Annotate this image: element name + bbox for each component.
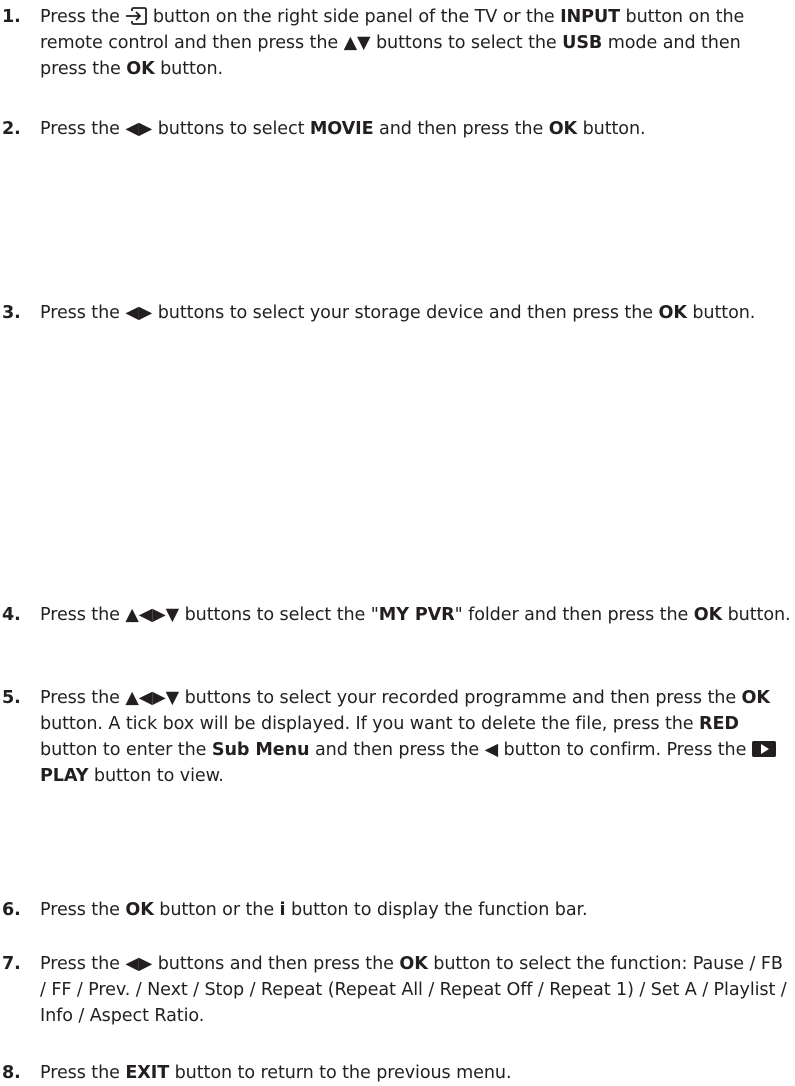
- play-button-label: PLAY: [40, 766, 89, 786]
- step-number: 6.: [2, 900, 21, 920]
- left-right-arrows-icon: ◀▶: [125, 954, 153, 974]
- ok-button-label: OK: [658, 303, 687, 323]
- play-icon: [751, 741, 776, 757]
- step-number: 7.: [2, 954, 21, 974]
- step-number: 1.: [2, 7, 21, 27]
- left-arrow-icon: ◀: [484, 740, 499, 760]
- usb-mode-label: USB: [562, 33, 603, 53]
- four-way-arrows-icon: ▲◀▶▼: [125, 688, 180, 708]
- step-number: 4.: [2, 605, 21, 625]
- ok-button-label: OK: [548, 119, 578, 139]
- step-text: Press the ◀▶ buttons to select MOVIE and…: [40, 116, 792, 142]
- movie-label: MOVIE: [309, 119, 374, 139]
- input-source-icon: [126, 7, 148, 25]
- step-text: Press the ◀▶ buttons and then press the …: [40, 951, 792, 1029]
- up-down-arrows-icon: ▲▼: [343, 33, 371, 53]
- red-button-label: RED: [699, 714, 739, 734]
- step-text: Press the ◀▶ buttons to select your stor…: [40, 300, 792, 326]
- step-text: Press the ▲◀▶▼ buttons to select your re…: [40, 685, 792, 789]
- step-number: 8.: [2, 1063, 21, 1083]
- step-text: Press the OK button or the i button to d…: [40, 900, 588, 920]
- step-text: Press the EXIT button to return to the p…: [40, 1063, 512, 1083]
- ok-button-label: OK: [125, 900, 154, 920]
- ok-button-label: OK: [741, 688, 770, 708]
- four-way-arrows-icon: ▲◀▶▼: [125, 605, 180, 625]
- exit-button-label: EXIT: [125, 1063, 170, 1083]
- left-right-arrows-icon: ◀▶: [125, 119, 153, 139]
- ok-button-label: OK: [693, 605, 723, 625]
- step-number: 5.: [2, 688, 21, 708]
- input-button-label: INPUT: [560, 7, 621, 27]
- step-text: Press the button on the right side panel…: [40, 7, 745, 79]
- my-pvr-folder-label: MY PVR: [378, 605, 455, 625]
- ok-button-label: OK: [126, 59, 155, 79]
- step-text: Press the ▲◀▶▼ buttons to select the "MY…: [40, 602, 792, 628]
- step-number: 2.: [2, 119, 21, 139]
- step-number: 3.: [2, 303, 21, 323]
- ok-button-label: OK: [399, 954, 428, 974]
- sub-menu-label: Sub Menu: [211, 740, 310, 760]
- left-right-arrows-icon: ◀▶: [125, 303, 153, 323]
- instruction-page: 1. Press the button on the right side pa…: [0, 0, 795, 1086]
